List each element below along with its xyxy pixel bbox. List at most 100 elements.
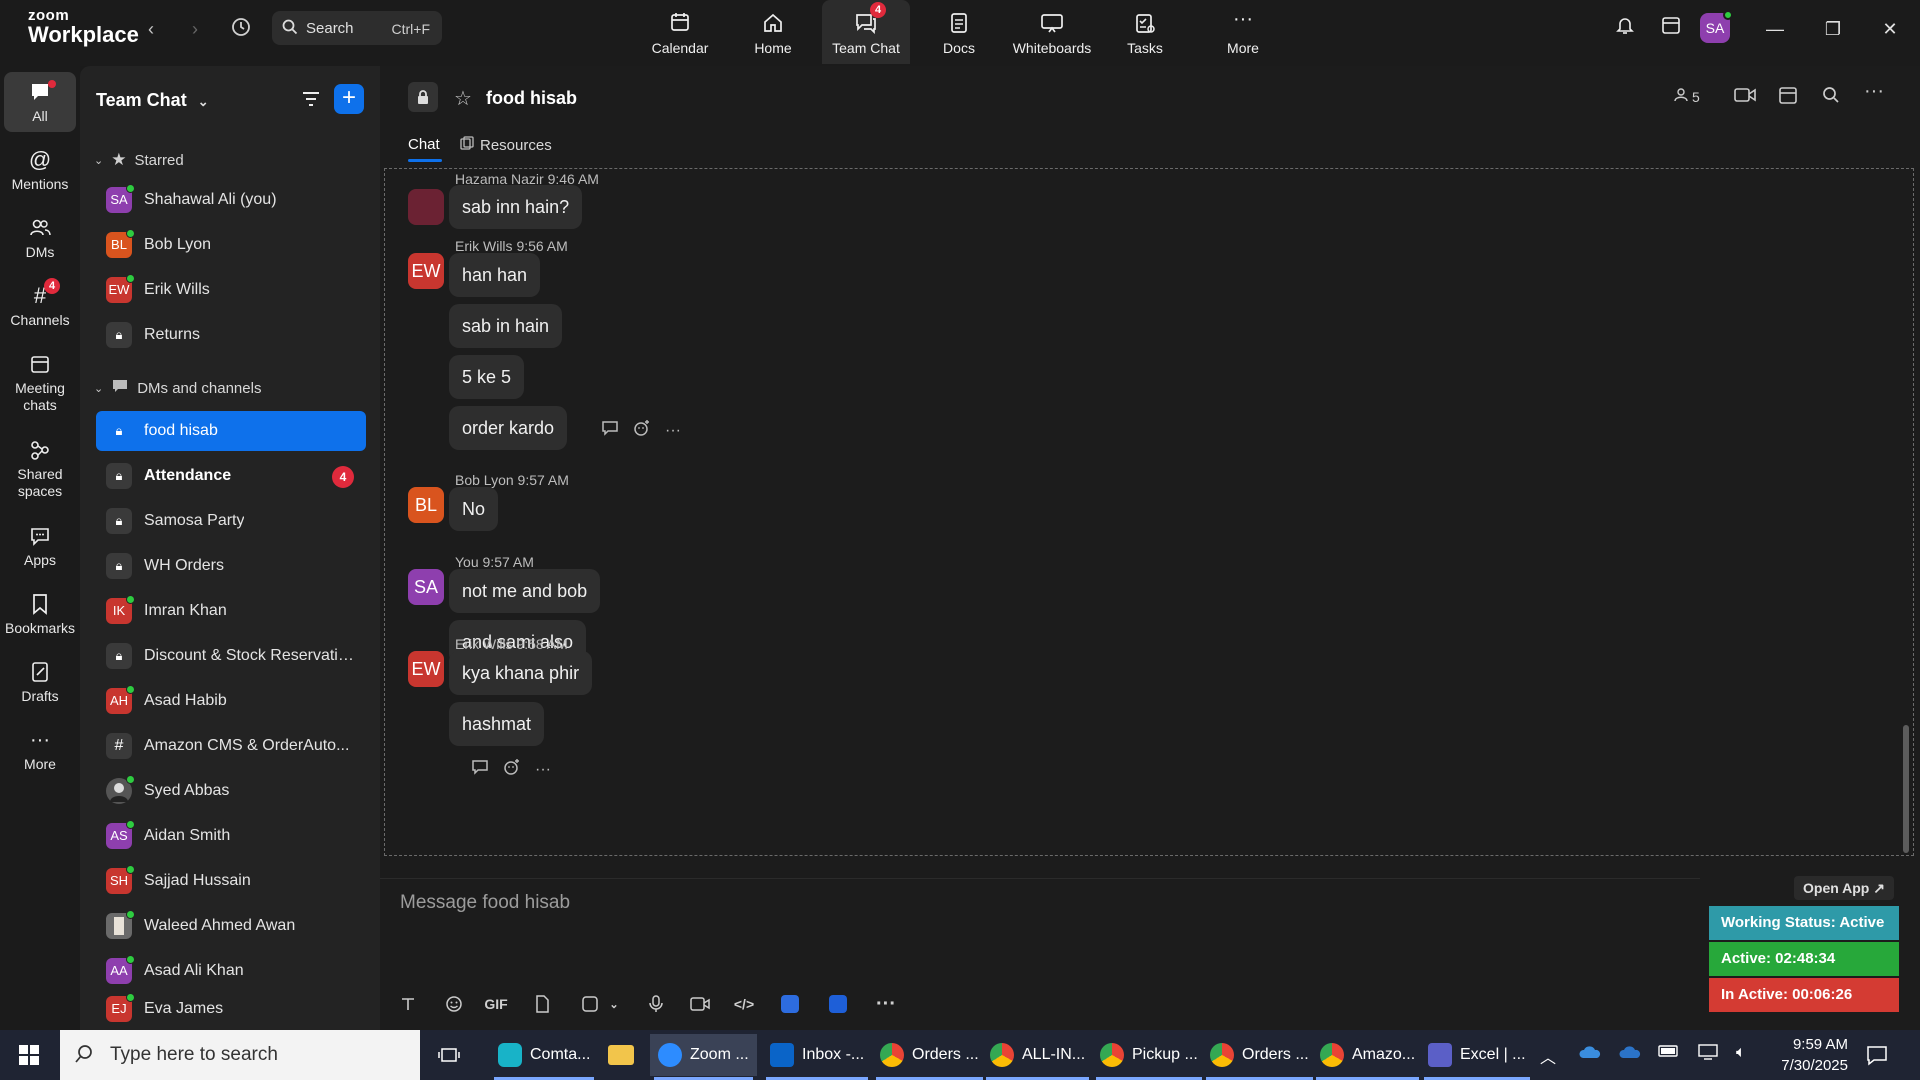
close-icon[interactable]: ✕ xyxy=(1875,14,1905,44)
taskbar-app-chrome-pickup[interactable]: Pickup ... xyxy=(1092,1034,1206,1080)
rail-more[interactable]: ··· More xyxy=(4,726,76,773)
minimize-icon[interactable]: — xyxy=(1760,14,1790,44)
message-bubble[interactable]: No xyxy=(449,487,499,531)
reply-icon[interactable] xyxy=(601,420,619,441)
more-options-icon[interactable]: ··· xyxy=(1864,80,1884,103)
nav-calendar[interactable]: Calendar xyxy=(636,0,724,64)
gif-button[interactable]: GIF xyxy=(482,990,510,1018)
sidebar-item-aidan-smith[interactable]: AS Aidan Smith xyxy=(96,816,366,856)
code-snippet-icon[interactable]: </> xyxy=(730,990,758,1018)
scrollbar[interactable] xyxy=(1903,725,1909,853)
sidebar-item-bob-lyon[interactable]: BL Bob Lyon xyxy=(96,225,366,265)
rail-meeting-chats[interactable]: Meeting chats xyxy=(4,350,76,414)
sidebar-item-imran-khan[interactable]: IK Imran Khan xyxy=(96,591,366,631)
dms-section-header[interactable]: ⌄ DMs and channels xyxy=(94,378,261,398)
search-icon[interactable] xyxy=(1822,86,1840,109)
taskbar-search[interactable]: Type here to search xyxy=(60,1030,420,1080)
rail-mentions[interactable]: @ Mentions xyxy=(4,146,76,193)
message-bubble[interactable]: sab in hain xyxy=(449,304,563,348)
sidebar-item-discount-stock[interactable]: 🔒︎ Discount & Stock Reservatio... xyxy=(96,636,366,676)
more-tools-icon[interactable]: ··· xyxy=(872,990,900,1018)
nav-team-chat[interactable]: 4 Team Chat xyxy=(822,0,910,64)
nav-more[interactable]: ··· More xyxy=(1199,0,1287,64)
rail-drafts[interactable]: Drafts xyxy=(4,658,76,705)
sidebar-item-asad-habib[interactable]: AH Asad Habib xyxy=(96,681,366,721)
nav-whiteboards[interactable]: Whiteboards xyxy=(1008,0,1096,64)
sidebar-item-food-hisab[interactable]: 🔒︎ food hisab xyxy=(96,411,366,451)
sidebar-item-erik-wills[interactable]: EW Erik Wills xyxy=(96,270,366,310)
schedule-meeting-icon[interactable] xyxy=(1778,85,1798,110)
nav-docs[interactable]: Docs xyxy=(915,0,1003,64)
task-view-icon[interactable] xyxy=(438,1044,460,1071)
sidebar-item-returns[interactable]: 🔒︎ Returns xyxy=(96,315,366,355)
sidebar-title[interactable]: Team Chat ⌄ xyxy=(96,90,209,111)
video-camera-icon[interactable] xyxy=(1734,86,1756,109)
taskbar-app-chrome-orders-2[interactable]: Orders ... xyxy=(1202,1034,1317,1080)
star-outline-icon[interactable]: ☆ xyxy=(454,86,472,111)
message-bubble[interactable]: not me and bob xyxy=(449,569,601,613)
search-bar[interactable]: Search Ctrl+F xyxy=(272,11,442,45)
sidebar-item-eva-james[interactable]: EJ Eva James xyxy=(96,991,366,1027)
add-reaction-icon[interactable] xyxy=(633,419,651,442)
sidebar-item-shahawal-ali[interactable]: SA Shahawal Ali (you) xyxy=(96,180,366,220)
chevron-down-icon[interactable]: ⌄ xyxy=(600,990,628,1018)
message-bubble[interactable]: kya khana phir xyxy=(449,651,593,695)
taskbar-app-zoom[interactable]: Zoom ... xyxy=(650,1034,757,1080)
onedrive-business-icon[interactable] xyxy=(1618,1044,1642,1065)
sidebar-item-asad-ali-khan[interactable]: AA Asad Ali Khan xyxy=(96,951,366,991)
tab-resources[interactable]: Resources xyxy=(460,136,552,154)
sidebar-item-attendance[interactable]: 🔒︎ Attendance 4 xyxy=(96,456,366,496)
sidebar-item-syed-abbas[interactable]: Syed Abbas xyxy=(96,771,366,811)
microphone-icon[interactable] xyxy=(642,990,670,1018)
add-reaction-icon[interactable] xyxy=(503,758,521,781)
rail-dms[interactable]: DMs xyxy=(4,214,76,261)
taskbar-app-file-explorer[interactable] xyxy=(600,1034,642,1076)
restore-icon[interactable]: ❐ xyxy=(1818,14,1848,44)
message-bubble[interactable]: order kardo xyxy=(449,406,568,450)
notifications-bell-icon[interactable] xyxy=(1610,14,1640,44)
volume-icon[interactable]: 🔈︎ xyxy=(1736,1044,1746,1062)
taskbar-app-outlook[interactable]: Inbox -... xyxy=(762,1034,872,1080)
rail-apps[interactable]: Apps xyxy=(4,522,76,569)
taskbar-app-chrome-amazon[interactable]: Amazo... xyxy=(1312,1034,1423,1080)
notification-center-icon[interactable] xyxy=(1866,1044,1888,1071)
message-input[interactable]: Message food hisab xyxy=(400,892,570,914)
reply-icon[interactable] xyxy=(471,759,489,780)
app-integration-icon[interactable] xyxy=(776,990,804,1018)
rail-channels[interactable]: # 4 Channels xyxy=(4,278,76,329)
user-avatar[interactable]: SA xyxy=(1700,10,1733,43)
windows-start-icon[interactable] xyxy=(18,1044,40,1071)
message-bubble[interactable]: hashmat xyxy=(449,702,545,746)
forward-arrow-icon[interactable]: › xyxy=(182,16,208,42)
members-button[interactable]: 5 xyxy=(1674,88,1700,105)
battery-icon[interactable] xyxy=(1658,1044,1680,1063)
show-hidden-icons-chevron-up-icon[interactable]: ︿ xyxy=(1540,1044,1556,1068)
taskbar-app-teams-excel[interactable]: Excel | ... xyxy=(1420,1034,1534,1080)
file-icon[interactable] xyxy=(528,990,556,1018)
back-arrow-icon[interactable]: ‹ xyxy=(138,16,164,42)
text-format-icon[interactable] xyxy=(394,990,422,1018)
sidebar-item-amazon-cms[interactable]: # Amazon CMS & OrderAuto... xyxy=(96,726,366,766)
history-icon[interactable] xyxy=(228,16,254,42)
rail-shared-spaces[interactable]: Shared spaces xyxy=(4,436,76,500)
network-icon[interactable] xyxy=(1698,1044,1718,1065)
nav-home[interactable]: Home xyxy=(729,0,817,64)
taskbar-app-chrome-orders[interactable]: Orders ... xyxy=(872,1034,987,1080)
starred-section-header[interactable]: ⌄ ★ Starred xyxy=(94,150,184,170)
filter-icon[interactable] xyxy=(300,88,322,115)
emoji-icon[interactable] xyxy=(440,990,468,1018)
message-bubble[interactable]: sab inn hain? xyxy=(449,185,583,229)
zoom-app-icon[interactable] xyxy=(824,990,852,1018)
sidebar-item-waleed-ahmed-awan[interactable]: Waleed Ahmed Awan xyxy=(96,906,366,946)
more-actions-icon[interactable]: ··· xyxy=(535,761,551,779)
rail-all[interactable]: All xyxy=(4,72,76,132)
message-list[interactable]: Hazama Nazir 9:46 AM sab inn hain? EW Er… xyxy=(384,168,1914,856)
onedrive-icon[interactable] xyxy=(1578,1044,1602,1065)
more-actions-icon[interactable]: ··· xyxy=(665,422,681,440)
calendar-today-icon[interactable] xyxy=(1656,14,1686,44)
video-message-icon[interactable] xyxy=(686,990,714,1018)
sidebar-item-samosa-party[interactable]: 🔒︎ Samosa Party xyxy=(96,501,366,541)
message-bubble[interactable]: han han xyxy=(449,253,541,297)
message-bubble[interactable]: 5 ke 5 xyxy=(449,355,525,399)
taskbar-clock[interactable]: 9:59 AM 7/30/2025 xyxy=(1781,1034,1848,1076)
